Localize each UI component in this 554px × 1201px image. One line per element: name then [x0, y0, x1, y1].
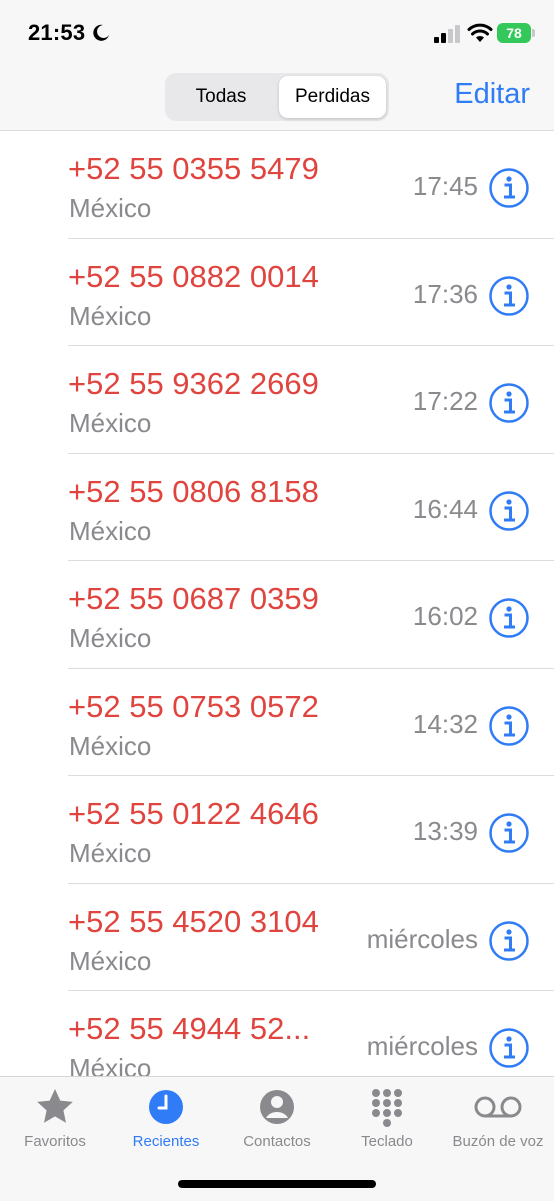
call-location: México — [69, 623, 152, 653]
clock-icon — [149, 1090, 183, 1124]
info-icon[interactable] — [488, 920, 530, 962]
tab-teclado[interactable]: Teclado — [332, 1087, 442, 1150]
call-time: 17:45 — [412, 171, 478, 201]
battery-icon: 78 — [497, 23, 531, 43]
call-number: +52 55 0687 0359 — [68, 581, 319, 616]
call-location: México — [69, 408, 152, 438]
tab-label: Contactos — [243, 1133, 311, 1150]
tab-label: Recientes — [132, 1133, 200, 1150]
missed-calls-list: +52 55 0355 5479 México 17:45 +52 55 088… — [0, 131, 554, 1076]
info-icon[interactable] — [488, 597, 530, 639]
call-row[interactable]: +52 55 0122 4646 México 13:39 — [0, 776, 554, 884]
call-location: México — [69, 1053, 152, 1076]
info-icon[interactable] — [488, 1027, 530, 1069]
call-time: 13:39 — [412, 816, 478, 846]
call-row[interactable]: +52 55 4520 3104 México miércoles — [0, 884, 554, 991]
call-location: México — [69, 730, 152, 761]
tab-contactos[interactable]: Contactos — [222, 1087, 332, 1150]
call-time: 16:44 — [412, 493, 478, 524]
call-number: +52 55 0355 5479 — [68, 151, 319, 186]
call-location: México — [69, 300, 152, 331]
call-row[interactable]: +52 55 4944 52... México miércoles — [0, 991, 554, 1076]
tab-recientes[interactable]: Recientes — [111, 1087, 221, 1150]
info-icon[interactable] — [488, 490, 530, 532]
wifi-icon — [467, 23, 493, 42]
call-row[interactable]: +52 55 9362 2669 México 17:22 — [0, 346, 554, 454]
signal-icon — [434, 25, 460, 43]
person-icon — [260, 1090, 294, 1124]
tab-label: Buzón de voz — [452, 1133, 544, 1150]
info-icon[interactable] — [488, 167, 530, 209]
tab-label: Favoritos — [24, 1133, 86, 1150]
moon-icon — [93, 24, 109, 41]
battery-level: 78 — [506, 25, 522, 41]
call-number: +52 55 4944 52... — [68, 1011, 311, 1046]
call-row[interactable]: +52 55 0806 8158 México 16:44 — [0, 454, 554, 561]
call-location: México — [69, 945, 152, 976]
call-number: +52 55 0753 0572 — [68, 688, 319, 724]
info-icon[interactable] — [488, 382, 530, 424]
battery-cap — [532, 29, 535, 37]
call-number: +52 55 0122 4646 — [68, 796, 319, 831]
call-row[interactable]: +52 55 0753 0572 México 14:32 — [0, 669, 554, 776]
star-icon — [37, 1089, 73, 1123]
call-time: 17:22 — [412, 386, 478, 416]
call-number: +52 55 0806 8158 — [68, 473, 319, 509]
home-indicator — [178, 1180, 376, 1188]
call-location: México — [69, 838, 152, 868]
call-number: +52 55 9362 2669 — [68, 366, 319, 401]
nav-bar: Todas Perdidas Editar — [0, 62, 554, 131]
segment-todas[interactable]: Todas — [168, 76, 274, 118]
tab-buzon-de-voz[interactable]: Buzón de voz — [443, 1087, 553, 1150]
call-number: +52 55 0882 0014 — [68, 258, 319, 294]
tab-favoritos[interactable]: Favoritos — [0, 1087, 110, 1150]
call-row[interactable]: +52 55 0355 5479 México 17:45 — [0, 131, 554, 239]
call-time: miércoles — [366, 1031, 478, 1061]
edit-button[interactable]: Editar — [454, 78, 530, 111]
info-icon[interactable] — [488, 812, 530, 854]
segmented-control: Todas Perdidas — [165, 73, 389, 121]
call-row[interactable]: +52 55 0687 0359 México 16:02 — [0, 561, 554, 669]
info-icon[interactable] — [488, 705, 530, 747]
call-number: +52 55 4520 3104 — [68, 903, 319, 939]
call-location: México — [69, 193, 152, 223]
call-time: miércoles — [366, 923, 478, 954]
status-bar: 21:53 78 — [0, 0, 554, 62]
tab-label: Teclado — [361, 1133, 413, 1150]
call-time: 14:32 — [412, 708, 478, 739]
keypad-icon — [372, 1089, 402, 1127]
status-time: 21:53 — [28, 20, 86, 45]
call-row[interactable]: +52 55 0882 0014 México 17:36 — [0, 239, 554, 346]
info-icon[interactable] — [488, 275, 530, 317]
call-time: 17:36 — [412, 278, 478, 309]
call-time: 16:02 — [412, 601, 478, 631]
segment-perdidas[interactable]: Perdidas — [279, 76, 386, 118]
voicemail-icon — [474, 1096, 522, 1118]
call-location: México — [69, 515, 152, 546]
